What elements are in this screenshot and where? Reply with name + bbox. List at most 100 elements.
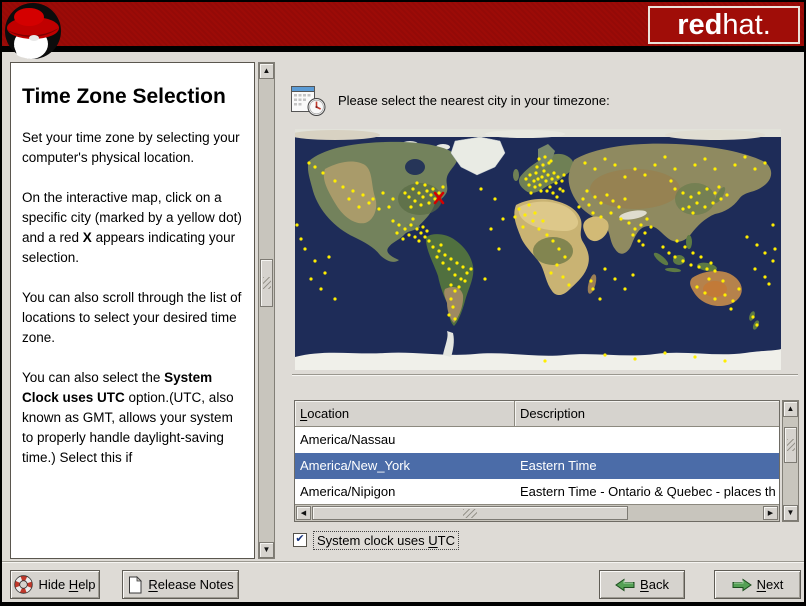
city-dot[interactable] [423,235,427,239]
city-dot[interactable] [661,245,665,249]
city-dot[interactable] [695,285,699,289]
city-dot[interactable] [721,279,725,283]
city-dot[interactable] [605,193,609,197]
column-header-description[interactable]: Description [515,401,779,427]
city-dot[interactable] [333,297,337,301]
city-dot[interactable] [539,189,543,193]
city-dot[interactable] [439,243,443,247]
city-dot[interactable] [489,227,493,231]
scroll-up-icon[interactable]: ▲ [783,401,798,417]
city-dot[interactable] [705,187,709,191]
city-dot[interactable] [441,261,445,265]
city-dot[interactable] [639,223,643,227]
city-dot[interactable] [613,277,617,281]
city-dot[interactable] [413,199,417,203]
city-dot[interactable] [437,191,441,195]
city-dot[interactable] [561,189,565,193]
hide-help-button[interactable]: Hide Help [10,570,100,599]
city-dot[interactable] [441,185,445,189]
city-dot[interactable] [681,191,685,195]
city-dot[interactable] [561,275,565,279]
city-dot[interactable] [552,171,556,175]
city-dot[interactable] [697,265,701,269]
city-dot[interactable] [295,223,299,227]
city-dot[interactable] [637,239,641,243]
city-dot[interactable] [673,167,677,171]
city-dot[interactable] [695,201,699,205]
city-dot[interactable] [429,193,433,197]
city-dot[interactable] [697,191,701,195]
city-dot[interactable] [313,165,317,169]
city-dot[interactable] [753,267,757,271]
help-scrollbar-thumb[interactable] [260,259,273,307]
scroll-up-icon[interactable]: ▲ [259,63,274,79]
city-dot[interactable] [763,161,767,165]
city-dot[interactable] [537,157,541,161]
city-dot[interactable] [541,219,545,223]
world-map[interactable] [290,129,781,370]
city-dot[interactable] [427,201,431,205]
city-dot[interactable] [453,289,457,293]
horizontal-scrollbar-thumb[interactable] [312,506,628,520]
city-dot[interactable] [523,213,527,217]
city-dot[interactable] [550,177,554,181]
city-dot[interactable] [705,267,709,271]
city-dot[interactable] [479,187,483,191]
city-dot[interactable] [699,255,703,259]
city-dot[interactable] [681,207,685,211]
city-dot[interactable] [675,239,679,243]
city-dot[interactable] [427,239,431,243]
city-dot[interactable] [599,215,603,219]
city-dot[interactable] [415,227,419,231]
city-dot[interactable] [623,175,627,179]
city-dot[interactable] [623,197,627,201]
city-dot[interactable] [417,191,421,195]
column-header-location[interactable]: Location [295,401,515,427]
city-dot[interactable] [403,191,407,195]
city-dot[interactable] [431,245,435,249]
city-dot[interactable] [603,267,607,271]
city-dot[interactable] [556,175,560,179]
city-dot[interactable] [435,255,439,259]
city-dot[interactable] [425,229,429,233]
city-dot[interactable] [423,183,427,187]
utc-checkbox[interactable]: ✔ [293,533,307,547]
city-dot[interactable] [455,261,459,265]
release-notes-button[interactable]: Release Notes [122,570,239,599]
city-dot[interactable] [751,315,755,319]
city-dot[interactable] [431,187,435,191]
city-dot[interactable] [411,187,415,191]
city-dot[interactable] [645,217,649,221]
city-dot[interactable] [737,287,741,291]
city-dot[interactable] [683,245,687,249]
city-dot[interactable] [643,173,647,177]
city-dot[interactable] [619,217,623,221]
city-dot[interactable] [551,239,555,243]
list-scrollbar-thumb[interactable] [784,427,797,463]
city-dot[interactable] [421,195,425,199]
city-dot[interactable] [703,157,707,161]
city-dot[interactable] [713,297,717,301]
city-dot[interactable] [549,271,553,275]
city-dot[interactable] [729,307,733,311]
next-button[interactable]: Next [714,570,801,599]
city-dot[interactable] [469,267,473,271]
city-dot[interactable] [641,243,645,247]
city-dot[interactable] [307,161,311,165]
city-dot[interactable] [397,223,401,227]
city-dot[interactable] [538,183,542,187]
city-dot[interactable] [419,231,423,235]
city-dot[interactable] [585,189,589,193]
city-dot[interactable] [649,225,653,229]
city-dot[interactable] [591,287,595,291]
city-dot[interactable] [407,195,411,199]
city-dot[interactable] [771,259,775,263]
city-dot[interactable] [745,235,749,239]
city-dot[interactable] [391,219,395,223]
city-dot[interactable] [407,233,411,237]
city-dot[interactable] [717,185,721,189]
city-dot[interactable] [563,255,567,259]
city-dot[interactable] [361,193,365,197]
city-dot[interactable] [719,197,723,201]
city-dot[interactable] [551,191,555,195]
